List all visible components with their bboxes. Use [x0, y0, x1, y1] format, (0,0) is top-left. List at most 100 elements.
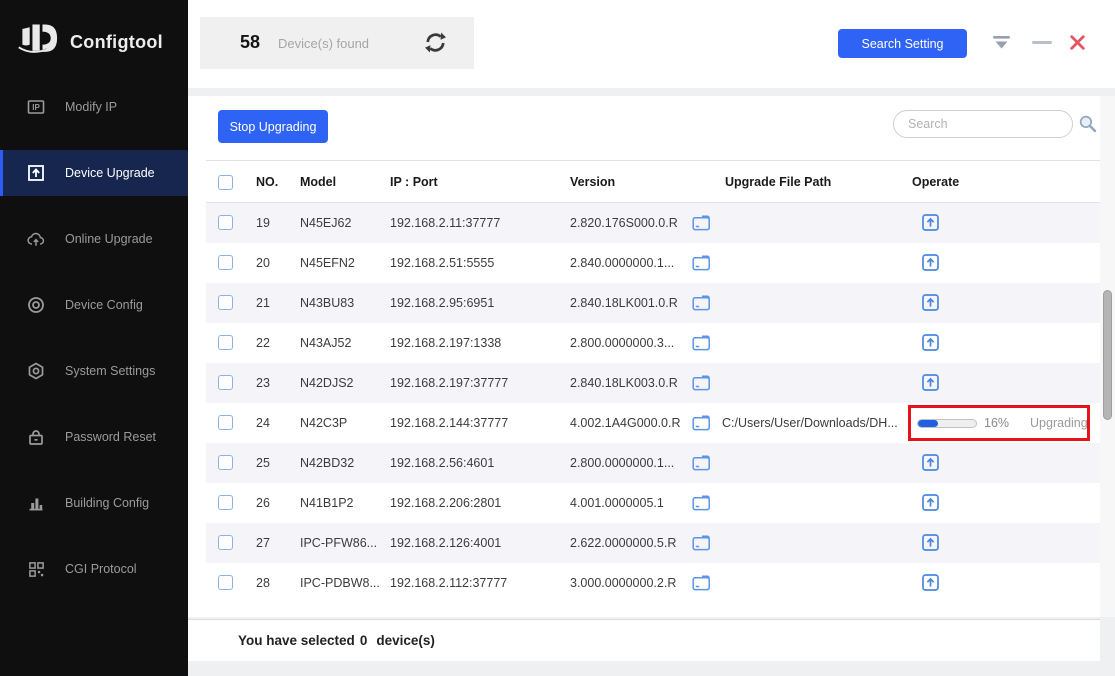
sidebar-item-password-reset[interactable]: Password Reset: [0, 414, 188, 460]
upgrade-action-button[interactable]: [922, 374, 939, 394]
browse-file-button[interactable]: [692, 255, 711, 274]
browse-file-button[interactable]: [692, 215, 711, 234]
search-input[interactable]: [893, 110, 1073, 138]
vertical-scrollbar[interactable]: [1100, 96, 1115, 617]
upgrade-action-button[interactable]: [922, 494, 939, 514]
row-checkbox[interactable]: [218, 455, 233, 470]
minimize-icon[interactable]: [1032, 41, 1052, 44]
table-row[interactable]: 24 N42C3P 192.168.2.144:37777 4.002.1A4G…: [206, 403, 1100, 443]
device-table: NO. Model IP : Port Version Upgrade File…: [206, 160, 1100, 603]
row-checkbox[interactable]: [218, 255, 233, 270]
online-upgrade-icon: [27, 230, 45, 248]
header-no: NO.: [256, 161, 278, 204]
cell-ip-port: 192.168.2.197:37777: [390, 363, 508, 403]
sidebar-item-system-settings[interactable]: System Settings: [0, 348, 188, 394]
table-row[interactable]: 26 N41B1P2 192.168.2.206:2801 4.001.0000…: [206, 483, 1100, 523]
header-operate: Operate: [912, 161, 959, 204]
progress-percent: 16%: [984, 416, 1009, 430]
cell-ip-port: 192.168.2.56:4601: [390, 443, 494, 483]
vertical-scrollbar-thumb[interactable]: [1103, 290, 1112, 420]
browse-file-button[interactable]: [692, 455, 711, 474]
upgrade-action-button[interactable]: [922, 454, 939, 474]
device-count-box: 58 Device(s) found: [200, 17, 474, 69]
row-checkbox[interactable]: [218, 495, 233, 510]
search-setting-button[interactable]: Search Setting: [838, 29, 967, 58]
upgrade-action-button[interactable]: [922, 254, 939, 274]
cell-ip-port: 192.168.2.95:6951: [390, 283, 494, 323]
header-ip-port: IP : Port: [390, 161, 438, 204]
table-row[interactable]: 20 N45EFN2 192.168.2.51:5555 2.840.00000…: [206, 243, 1100, 283]
sidebar-item-label: Password Reset: [65, 430, 156, 444]
browse-file-button[interactable]: [692, 335, 711, 354]
svg-text:IP: IP: [32, 103, 40, 112]
close-icon[interactable]: [1069, 34, 1086, 56]
sidebar-item-device-config[interactable]: Device Config: [0, 282, 188, 328]
browse-file-button[interactable]: [692, 575, 711, 594]
selection-suffix: device(s): [376, 633, 435, 648]
cell-model: N45EFN2: [300, 243, 386, 283]
header-version: Version: [570, 161, 690, 204]
upgrade-action-button[interactable]: [922, 534, 939, 554]
collapse-window-icon[interactable]: [992, 35, 1011, 55]
sidebar-nav: IP Modify IP Device Upgrade Online Upgra…: [0, 84, 188, 612]
building-config-icon: [27, 494, 45, 512]
cell-version: 2.622.0000000.5.R: [570, 523, 690, 563]
sidebar-item-modify-ip[interactable]: IP Modify IP: [0, 84, 188, 130]
cell-model: N43AJ52: [300, 323, 386, 363]
device-count-label: Device(s) found: [278, 36, 369, 51]
cell-ip-port: 192.168.2.126:4001: [390, 523, 501, 563]
brand-header: Configtool: [0, 0, 188, 65]
table-body: 19 N45EJ62 192.168.2.11:37777 2.820.176S…: [206, 203, 1100, 603]
header-model: Model: [300, 161, 386, 204]
select-all-checkbox[interactable]: [218, 175, 233, 190]
cell-no: 21: [256, 283, 270, 323]
sidebar-item-building-config[interactable]: Building Config: [0, 480, 188, 526]
row-checkbox[interactable]: [218, 575, 233, 590]
cell-version: 2.840.18LK003.0.R: [570, 363, 690, 403]
device-config-icon: [27, 296, 45, 314]
browse-file-button[interactable]: [692, 415, 711, 434]
upgrade-action-button[interactable]: [922, 574, 939, 594]
upgrade-action-button[interactable]: [922, 214, 939, 234]
row-checkbox[interactable]: [218, 335, 233, 350]
table-row[interactable]: 23 N42DJS2 192.168.2.197:37777 2.840.18L…: [206, 363, 1100, 403]
sidebar: Configtool IP Modify IP Device Upgrade O…: [0, 0, 188, 676]
cell-no: 24: [256, 403, 270, 443]
selected-count: 0: [360, 633, 368, 648]
row-checkbox[interactable]: [218, 535, 233, 550]
sidebar-item-device-upgrade[interactable]: Device Upgrade: [0, 150, 188, 196]
row-checkbox[interactable]: [218, 215, 233, 230]
table-row[interactable]: 19 N45EJ62 192.168.2.11:37777 2.820.176S…: [206, 203, 1100, 243]
device-table-panel: Stop Upgrading NO. Model IP : Port Versi…: [188, 96, 1100, 617]
row-checkbox[interactable]: [218, 415, 233, 430]
selection-summary: You have selected0device(s): [238, 620, 440, 661]
search-icon[interactable]: [1078, 114, 1097, 138]
row-checkbox[interactable]: [218, 375, 233, 390]
device-upgrade-icon: [27, 164, 45, 182]
browse-file-button[interactable]: [692, 295, 711, 314]
cell-no: 22: [256, 323, 270, 363]
cell-version: 2.840.0000000.1...: [570, 243, 690, 283]
cell-version: 4.001.0000005.1: [570, 483, 690, 523]
cell-model: N43BU83: [300, 283, 386, 323]
row-checkbox[interactable]: [218, 295, 233, 310]
sidebar-item-label: CGI Protocol: [65, 562, 137, 576]
upgrade-action-button[interactable]: [922, 334, 939, 354]
sidebar-item-cgi-protocol[interactable]: CGI Protocol: [0, 546, 188, 592]
table-row[interactable]: 28 IPC-PDBW8... 192.168.2.112:37777 3.00…: [206, 563, 1100, 603]
stop-upgrading-button[interactable]: Stop Upgrading: [218, 110, 328, 143]
sidebar-item-label: Device Upgrade: [65, 166, 155, 180]
upgrade-action-button[interactable]: [922, 294, 939, 314]
cell-no: 25: [256, 443, 270, 483]
cell-no: 26: [256, 483, 270, 523]
browse-file-button[interactable]: [692, 535, 711, 554]
browse-file-button[interactable]: [692, 495, 711, 514]
table-row[interactable]: 25 N42BD32 192.168.2.56:4601 2.800.00000…: [206, 443, 1100, 483]
refresh-icon[interactable]: [424, 31, 448, 55]
browse-file-button[interactable]: [692, 375, 711, 394]
progress-bar: [917, 419, 977, 428]
sidebar-item-online-upgrade[interactable]: Online Upgrade: [0, 216, 188, 262]
table-row[interactable]: 22 N43AJ52 192.168.2.197:1338 2.800.0000…: [206, 323, 1100, 363]
table-row[interactable]: 27 IPC-PFW86... 192.168.2.126:4001 2.622…: [206, 523, 1100, 563]
table-row[interactable]: 21 N43BU83 192.168.2.95:6951 2.840.18LK0…: [206, 283, 1100, 323]
